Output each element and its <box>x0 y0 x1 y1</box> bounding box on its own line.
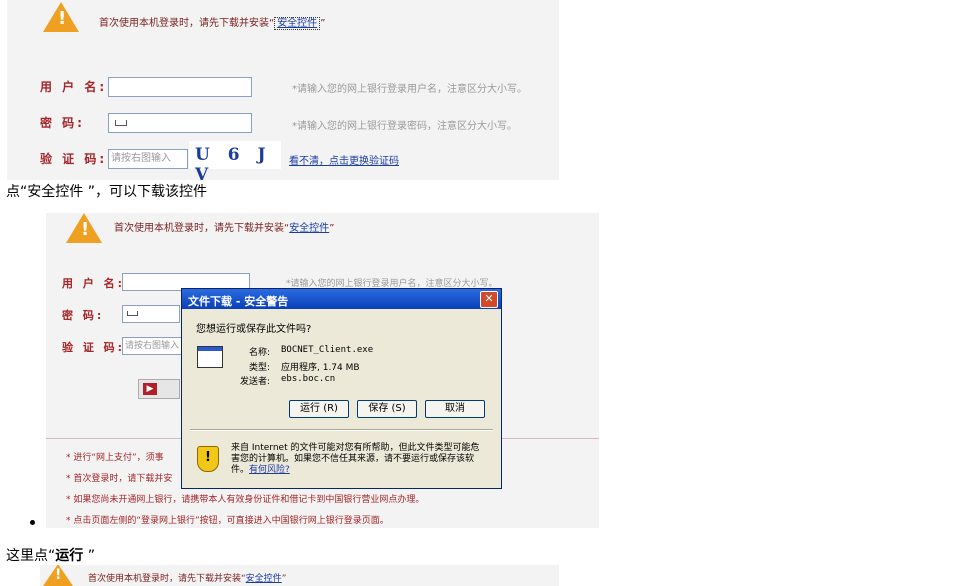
username-label: 用 户 名: <box>62 277 126 290</box>
password-input[interactable] <box>122 305 180 323</box>
file-download-dialog: 文件下载 - 安全警告 ✕ 您想运行或保存此文件吗? 名称: BOCNET_Cl… <box>181 288 502 489</box>
file-icon <box>197 346 223 368</box>
info-item-2: * 首次登录时，请下载并安 <box>66 474 173 484</box>
dialog-titlebar[interactable]: 文件下载 - 安全警告 ✕ <box>182 289 501 309</box>
captcha-image[interactable]: U 6 J V <box>189 141 281 185</box>
shield-icon: ! <box>197 446 219 472</box>
install-notice: 首次使用本机登录时，请先下载并安装“安全控件” <box>99 17 326 30</box>
dialog-title: 文件下载 - 安全警告 <box>188 295 289 308</box>
from-label: 发送者: <box>240 377 271 387</box>
info-item-1: * 进行“网上支付”，须事 <box>66 453 164 463</box>
warning-icon: ! <box>66 213 102 243</box>
cursor-icon <box>115 120 127 126</box>
caption-1: 点“安全控件 ”，可以下载该控件 <box>6 184 207 200</box>
risk-link[interactable]: 有何风险? <box>249 465 290 475</box>
captcha-refresh-link[interactable]: 看不清，点击更换验证码 <box>289 152 399 167</box>
save-button[interactable]: 保存 (S) <box>357 400 417 418</box>
login-button[interactable]: ▶ <box>138 379 180 399</box>
type-value: 应用程序, 1.74 MB <box>281 363 360 373</box>
dialog-separator <box>190 429 493 431</box>
cursor-icon <box>127 311 138 316</box>
login-panel-3: ! 首次使用本机登录时，请先下载并安装“安全控件” <box>40 565 559 586</box>
info-item-4: * 点击页面左侧的“登录网上银行”按钮，可直接进入中国银行网上银行登录页面。 <box>66 516 389 526</box>
info-item-3: * 如果您尚未开通网上银行，请携带本人有效身份证件和借记卡到中国银行营业网点办理… <box>66 495 425 505</box>
dialog-question: 您想运行或保存此文件吗? <box>196 324 312 335</box>
warning-icon: ! <box>43 565 73 586</box>
close-button[interactable]: ✕ <box>480 291 498 308</box>
cancel-button[interactable]: 取消 <box>425 400 485 418</box>
login-panel-1: ! 首次使用本机登录时，请先下载并安装“ 安全控件” 用 户 名: *请输入您的网… <box>7 0 559 185</box>
security-control-link[interactable]: 安全控件 <box>277 18 317 29</box>
install-notice: 首次使用本机登录时，请先下载并安装“安全控件” <box>88 574 287 584</box>
run-button[interactable]: 运行 (R) <box>289 400 349 418</box>
password-label: 密 码: <box>40 116 85 130</box>
name-value: BOCNET_Client.exe <box>281 345 374 355</box>
password-label: 密 码: <box>62 309 105 322</box>
security-control-link[interactable]: 安全控件 <box>246 574 282 584</box>
captcha-input[interactable]: 请按右图输入 <box>122 337 184 355</box>
from-value: ebs.boc.cn <box>281 374 336 384</box>
name-label: 名称: <box>249 348 271 358</box>
type-label: 类型: <box>249 363 271 373</box>
username-input[interactable] <box>108 77 252 97</box>
captcha-label: 验 证 码: <box>40 152 108 166</box>
warning-text: 来自 Internet 的文件可能对您有所帮助，但此文件类型可能危害您的计算机。… <box>231 443 480 475</box>
bullet <box>30 520 35 525</box>
caption-2: 这里点“运行 ” <box>6 548 95 564</box>
arrow-right-icon: ▶ <box>143 383 157 395</box>
security-control-link[interactable]: 安全控件 <box>289 223 329 234</box>
password-hint: *请输入您的网上银行登录密码，注意区分大小写。 <box>292 121 517 132</box>
install-notice: 首次使用本机登录时，请先下载并安装“安全控件” <box>114 223 335 234</box>
username-hint: *请输入您的网上银行登录用户名，注意区分大小写。 <box>292 84 527 95</box>
username-label: 用 户 名: <box>40 80 108 94</box>
warning-icon: ! <box>43 2 79 32</box>
captcha-label: 验 证 码: <box>62 341 126 354</box>
password-input[interactable] <box>108 113 252 133</box>
captcha-input[interactable]: 请按右图输入 <box>108 149 188 169</box>
